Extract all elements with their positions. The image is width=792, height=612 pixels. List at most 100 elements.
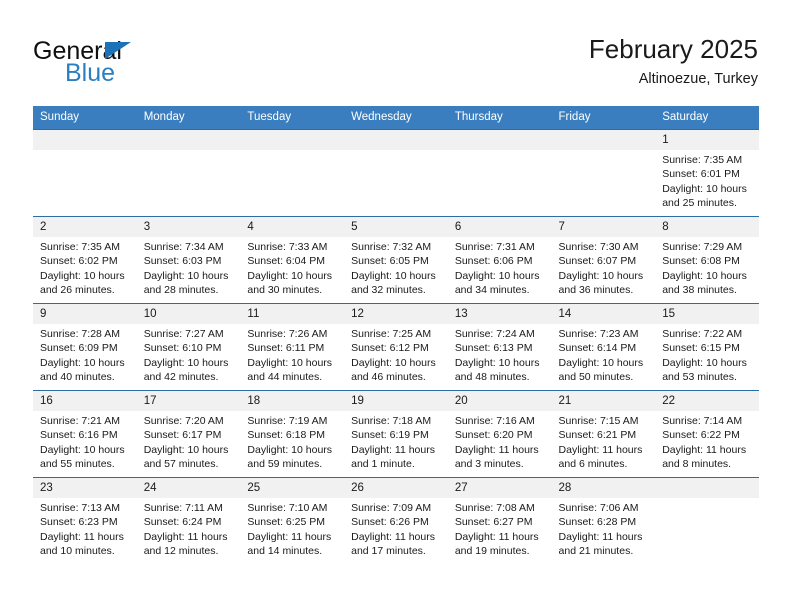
day-detail-line: and 6 minutes. xyxy=(558,458,628,471)
day-detail-line: Sunset: 6:04 PM xyxy=(247,255,326,268)
calendar-day-cell[interactable]: 9 Sunrise: 7:28 AM Sunset: 6:09 PM Daylight… xyxy=(33,303,137,391)
calendar-day-cell[interactable]: 28 Sunrise: 7:06 AM Sunset: 6:28 PM Dayligh… xyxy=(551,477,656,564)
calendar-day-cell[interactable]: 24 Sunrise: 7:11 AM Sunset: 6:24 PM Dayligh… xyxy=(136,477,241,564)
calendar-week-row: 9 Sunrise: 7:28 AM Sunset: 6:09 PM Daylight… xyxy=(33,303,759,391)
day-details: Sunrise: 7:11 AM Sunset: 6:24 PM Daylight:… xyxy=(137,498,241,559)
day-detail-line: and 3 minutes. xyxy=(454,458,524,471)
day-detail-line: Daylight: 10 hours xyxy=(558,356,644,369)
calendar-day-cell[interactable]: 25 Sunrise: 7:10 AM Sunset: 6:25 PM Dayligh… xyxy=(240,477,345,564)
calendar-day-cell[interactable]: 2 Sunrise: 7:35 AM Sunset: 6:02 PM Daylight… xyxy=(33,216,137,304)
day-details: Sunrise: 7:32 AM Sunset: 6:05 PM Daylight:… xyxy=(344,237,448,298)
calendar-day-cell[interactable]: 13 Sunrise: 7:24 AM Sunset: 6:13 PM Dayligh… xyxy=(447,303,552,391)
day-detail-line: Sunrise: 7:08 AM xyxy=(454,502,535,514)
day-detail-line: Sunset: 6:13 PM xyxy=(454,342,533,355)
calendar-day-cell[interactable]: 23 Sunrise: 7:13 AM Sunset: 6:23 PM Dayligh… xyxy=(33,477,137,564)
day-detail-line: Sunset: 6:07 PM xyxy=(558,255,637,268)
day-number: 14 xyxy=(551,304,656,324)
day-number: 17 xyxy=(136,391,241,411)
day-details: Sunrise: 7:23 AM Sunset: 6:14 PM Daylight:… xyxy=(552,324,656,385)
day-details: Sunrise: 7:30 AM Sunset: 6:07 PM Daylight:… xyxy=(552,237,656,298)
calendar-empty-cell xyxy=(136,129,241,217)
calendar-day-cell[interactable]: 15 Sunrise: 7:22 AM Sunset: 6:15 PM Dayligh… xyxy=(655,303,759,391)
brand-logo[interactable]: General Blue xyxy=(33,38,273,88)
calendar-day-cell[interactable]: 3 Sunrise: 7:34 AM Sunset: 6:03 PM Daylight… xyxy=(136,216,241,304)
day-detail-line: and 53 minutes. xyxy=(662,371,737,384)
calendar-week-row: 1 Sunrise: 7:35 AM Sunset: 6:01 PM Daylight… xyxy=(33,129,759,217)
day-number xyxy=(344,130,448,150)
calendar-day-cell[interactable]: 4 Sunrise: 7:33 AM Sunset: 6:04 PM Daylight… xyxy=(240,216,345,304)
day-detail-line: Sunset: 6:20 PM xyxy=(454,429,533,442)
day-detail-line: Sunrise: 7:33 AM xyxy=(247,241,328,253)
day-number: 26 xyxy=(344,478,448,498)
day-detail-line: and 44 minutes. xyxy=(247,371,323,384)
day-detail-line: Daylight: 10 hours xyxy=(247,443,333,456)
day-number xyxy=(136,130,241,150)
day-number: 9 xyxy=(33,304,137,324)
calendar-day-cell[interactable]: 6 Sunrise: 7:31 AM Sunset: 6:06 PM Daylight… xyxy=(447,216,552,304)
calendar-week-row: 23 Sunrise: 7:13 AM Sunset: 6:23 PM Dayligh… xyxy=(33,477,759,564)
day-detail-line: Sunrise: 7:18 AM xyxy=(351,415,432,427)
day-details: Sunrise: 7:15 AM Sunset: 6:21 PM Daylight:… xyxy=(552,411,656,472)
day-detail-line: and 32 minutes. xyxy=(351,284,426,297)
day-detail-line: Daylight: 10 hours xyxy=(40,356,125,369)
day-detail-line: Sunset: 6:26 PM xyxy=(351,516,429,529)
calendar-day-cell[interactable]: 21 Sunrise: 7:15 AM Sunset: 6:21 PM Dayligh… xyxy=(551,390,656,478)
day-details: Sunrise: 7:35 AM Sunset: 6:01 PM Daylight:… xyxy=(655,150,759,211)
day-detail-line: Sunset: 6:15 PM xyxy=(662,342,740,355)
day-details: Sunrise: 7:28 AM Sunset: 6:09 PM Daylight:… xyxy=(33,324,137,385)
day-detail-line: and 48 minutes. xyxy=(454,371,530,384)
calendar-day-cell[interactable]: 19 Sunrise: 7:18 AM Sunset: 6:19 PM Dayligh… xyxy=(344,390,448,478)
day-detail-line: Daylight: 10 hours xyxy=(247,269,333,282)
day-detail-line: Sunset: 6:10 PM xyxy=(143,342,222,355)
day-details: Sunrise: 7:16 AM Sunset: 6:20 PM Daylight:… xyxy=(448,411,552,472)
calendar-day-cell[interactable]: 14 Sunrise: 7:23 AM Sunset: 6:14 PM Dayligh… xyxy=(551,303,656,391)
day-number: 5 xyxy=(344,217,448,237)
calendar-day-cell[interactable]: 22 Sunrise: 7:14 AM Sunset: 6:22 PM Dayligh… xyxy=(655,390,759,478)
day-detail-line: Sunrise: 7:10 AM xyxy=(247,502,328,514)
calendar-day-cell[interactable]: 11 Sunrise: 7:26 AM Sunset: 6:11 PM Dayligh… xyxy=(240,303,345,391)
day-detail-line: Sunset: 6:27 PM xyxy=(454,516,533,529)
day-detail-line: and 38 minutes. xyxy=(662,284,737,297)
day-detail-line: Daylight: 10 hours xyxy=(351,269,436,282)
day-detail-line: Sunset: 6:16 PM xyxy=(40,429,118,442)
calendar-day-cell[interactable]: 10 Sunrise: 7:27 AM Sunset: 6:10 PM Dayligh… xyxy=(136,303,241,391)
calendar-day-cell[interactable]: 18 Sunrise: 7:19 AM Sunset: 6:18 PM Dayligh… xyxy=(240,390,345,478)
day-detail-line: Sunset: 6:06 PM xyxy=(454,255,533,268)
calendar-day-cell[interactable]: 7 Sunrise: 7:30 AM Sunset: 6:07 PM Daylight… xyxy=(551,216,656,304)
day-detail-line: and 55 minutes. xyxy=(40,458,115,471)
weekday-header-friday: Friday xyxy=(551,106,656,130)
day-detail-line: Sunset: 6:22 PM xyxy=(662,429,740,442)
calendar-day-cell[interactable]: 1 Sunrise: 7:35 AM Sunset: 6:01 PM Daylight… xyxy=(655,129,759,217)
day-detail-line: Daylight: 11 hours xyxy=(351,530,435,543)
calendar-day-cell[interactable]: 8 Sunrise: 7:29 AM Sunset: 6:08 PM Daylight… xyxy=(655,216,759,304)
day-detail-line: Daylight: 10 hours xyxy=(558,269,644,282)
day-number: 27 xyxy=(447,478,552,498)
day-detail-line: and 46 minutes. xyxy=(351,371,426,384)
weekday-header-sunday: Sunday xyxy=(33,106,137,130)
day-detail-line: and 50 minutes. xyxy=(558,371,634,384)
day-detail-line: Sunrise: 7:22 AM xyxy=(662,328,743,340)
day-detail-line: Sunrise: 7:19 AM xyxy=(247,415,328,427)
day-detail-line: and 28 minutes. xyxy=(143,284,219,297)
day-detail-line: and 1 minute. xyxy=(351,458,415,471)
day-detail-line: Sunset: 6:17 PM xyxy=(143,429,222,442)
day-details: Sunrise: 7:09 AM Sunset: 6:26 PM Daylight:… xyxy=(344,498,448,559)
calendar-day-cell[interactable]: 12 Sunrise: 7:25 AM Sunset: 6:12 PM Dayligh… xyxy=(344,303,448,391)
day-detail-line: Daylight: 11 hours xyxy=(558,530,643,543)
day-detail-line: Daylight: 11 hours xyxy=(351,443,435,456)
calendar-day-cell[interactable]: 26 Sunrise: 7:09 AM Sunset: 6:26 PM Dayligh… xyxy=(344,477,448,564)
day-detail-line: Sunset: 6:08 PM xyxy=(662,255,740,268)
calendar-day-cell[interactable]: 20 Sunrise: 7:16 AM Sunset: 6:20 PM Dayligh… xyxy=(447,390,552,478)
day-details: Sunrise: 7:06 AM Sunset: 6:28 PM Daylight:… xyxy=(552,498,656,559)
day-details: Sunrise: 7:29 AM Sunset: 6:08 PM Daylight:… xyxy=(655,237,759,298)
day-detail-line: Sunset: 6:23 PM xyxy=(40,516,118,529)
calendar-day-cell[interactable]: 17 Sunrise: 7:20 AM Sunset: 6:17 PM Dayligh… xyxy=(136,390,241,478)
day-detail-line: Daylight: 11 hours xyxy=(40,530,124,543)
day-detail-line: Sunrise: 7:24 AM xyxy=(454,328,535,340)
weekday-header-thursday: Thursday xyxy=(447,106,552,130)
day-details: Sunrise: 7:35 AM Sunset: 6:02 PM Daylight:… xyxy=(33,237,137,298)
calendar-day-cell[interactable]: 5 Sunrise: 7:32 AM Sunset: 6:05 PM Daylight… xyxy=(344,216,448,304)
calendar-day-cell[interactable]: 27 Sunrise: 7:08 AM Sunset: 6:27 PM Dayligh… xyxy=(447,477,552,564)
calendar-day-cell[interactable]: 16 Sunrise: 7:21 AM Sunset: 6:16 PM Dayligh… xyxy=(33,390,137,478)
day-detail-line: Sunrise: 7:34 AM xyxy=(143,241,224,253)
